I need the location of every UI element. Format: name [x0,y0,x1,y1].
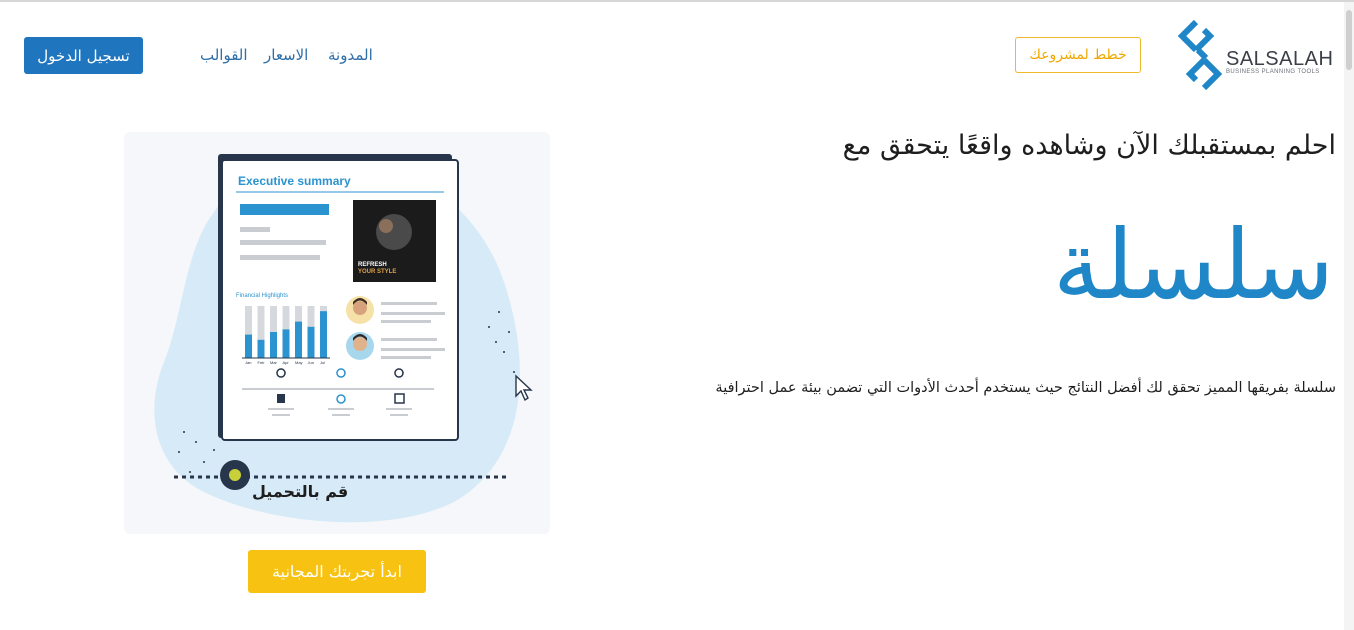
nav-link-prices[interactable]: الاسعار [264,46,308,64]
logo-mark-icon [1177,20,1223,90]
doc-bar [320,311,327,358]
scrollbar[interactable] [1344,2,1354,630]
doc-bar [282,329,290,358]
illustration-graphic: Executive summary REFRESH YOUR STYLE Fin… [154,154,533,523]
hero-illustration: Executive summary REFRESH YOUR STYLE Fin… [124,132,550,534]
nav-link-templates[interactable]: القوالب [200,46,248,64]
doc-bar-month-label: May [295,360,303,365]
doc-bar [245,334,252,358]
doc-title: Executive summary [238,174,351,188]
logo[interactable]: SALSALAH BUSINESS PLANNING TOOLS [1176,20,1333,92]
start-free-trial-button[interactable]: ابدأ تجربتك المجانية [248,550,426,593]
doc-bar-month-label: Jun [308,360,314,365]
scrollbar-thumb[interactable] [1346,10,1352,70]
hero-description: سلسلة بفريقها المميز تحقق لك أفضل النتائ… [715,380,1336,396]
plan-project-button[interactable]: خطط لمشروعك [1015,37,1141,73]
upload-label: قم بالتحميل [252,482,349,501]
doc-bar [307,326,315,358]
section-title: Financial Highlights [236,293,288,299]
doc-bar [270,332,277,358]
doc-bar-month-label: Feb [258,360,266,365]
hero-heading: احلم بمستقبلك الآن وشاهده واقعًا يتحقق م… [842,130,1336,161]
doc-bar-month-label: Mar [270,360,278,365]
logo-tagline: BUSINESS PLANNING TOOLS [1226,69,1320,75]
login-button[interactable]: تسجيل الدخول [24,37,143,74]
svg-text:REFRESH: REFRESH [358,262,387,268]
doc-bar-month-label: Jul [320,360,325,365]
logo-name: SALSALAH [1226,48,1334,70]
doc-bar-month-label: Apr [283,360,290,365]
doc-bar-month-label: Jan [245,360,251,365]
doc-bar [257,339,265,358]
hero-brand-name: سلسلة [1052,209,1334,321]
nav-link-blog[interactable]: المدونة [328,46,373,64]
svg-text:YOUR STYLE: YOUR STYLE [358,269,396,275]
doc-bar [295,321,302,358]
top-border [0,0,1354,2]
